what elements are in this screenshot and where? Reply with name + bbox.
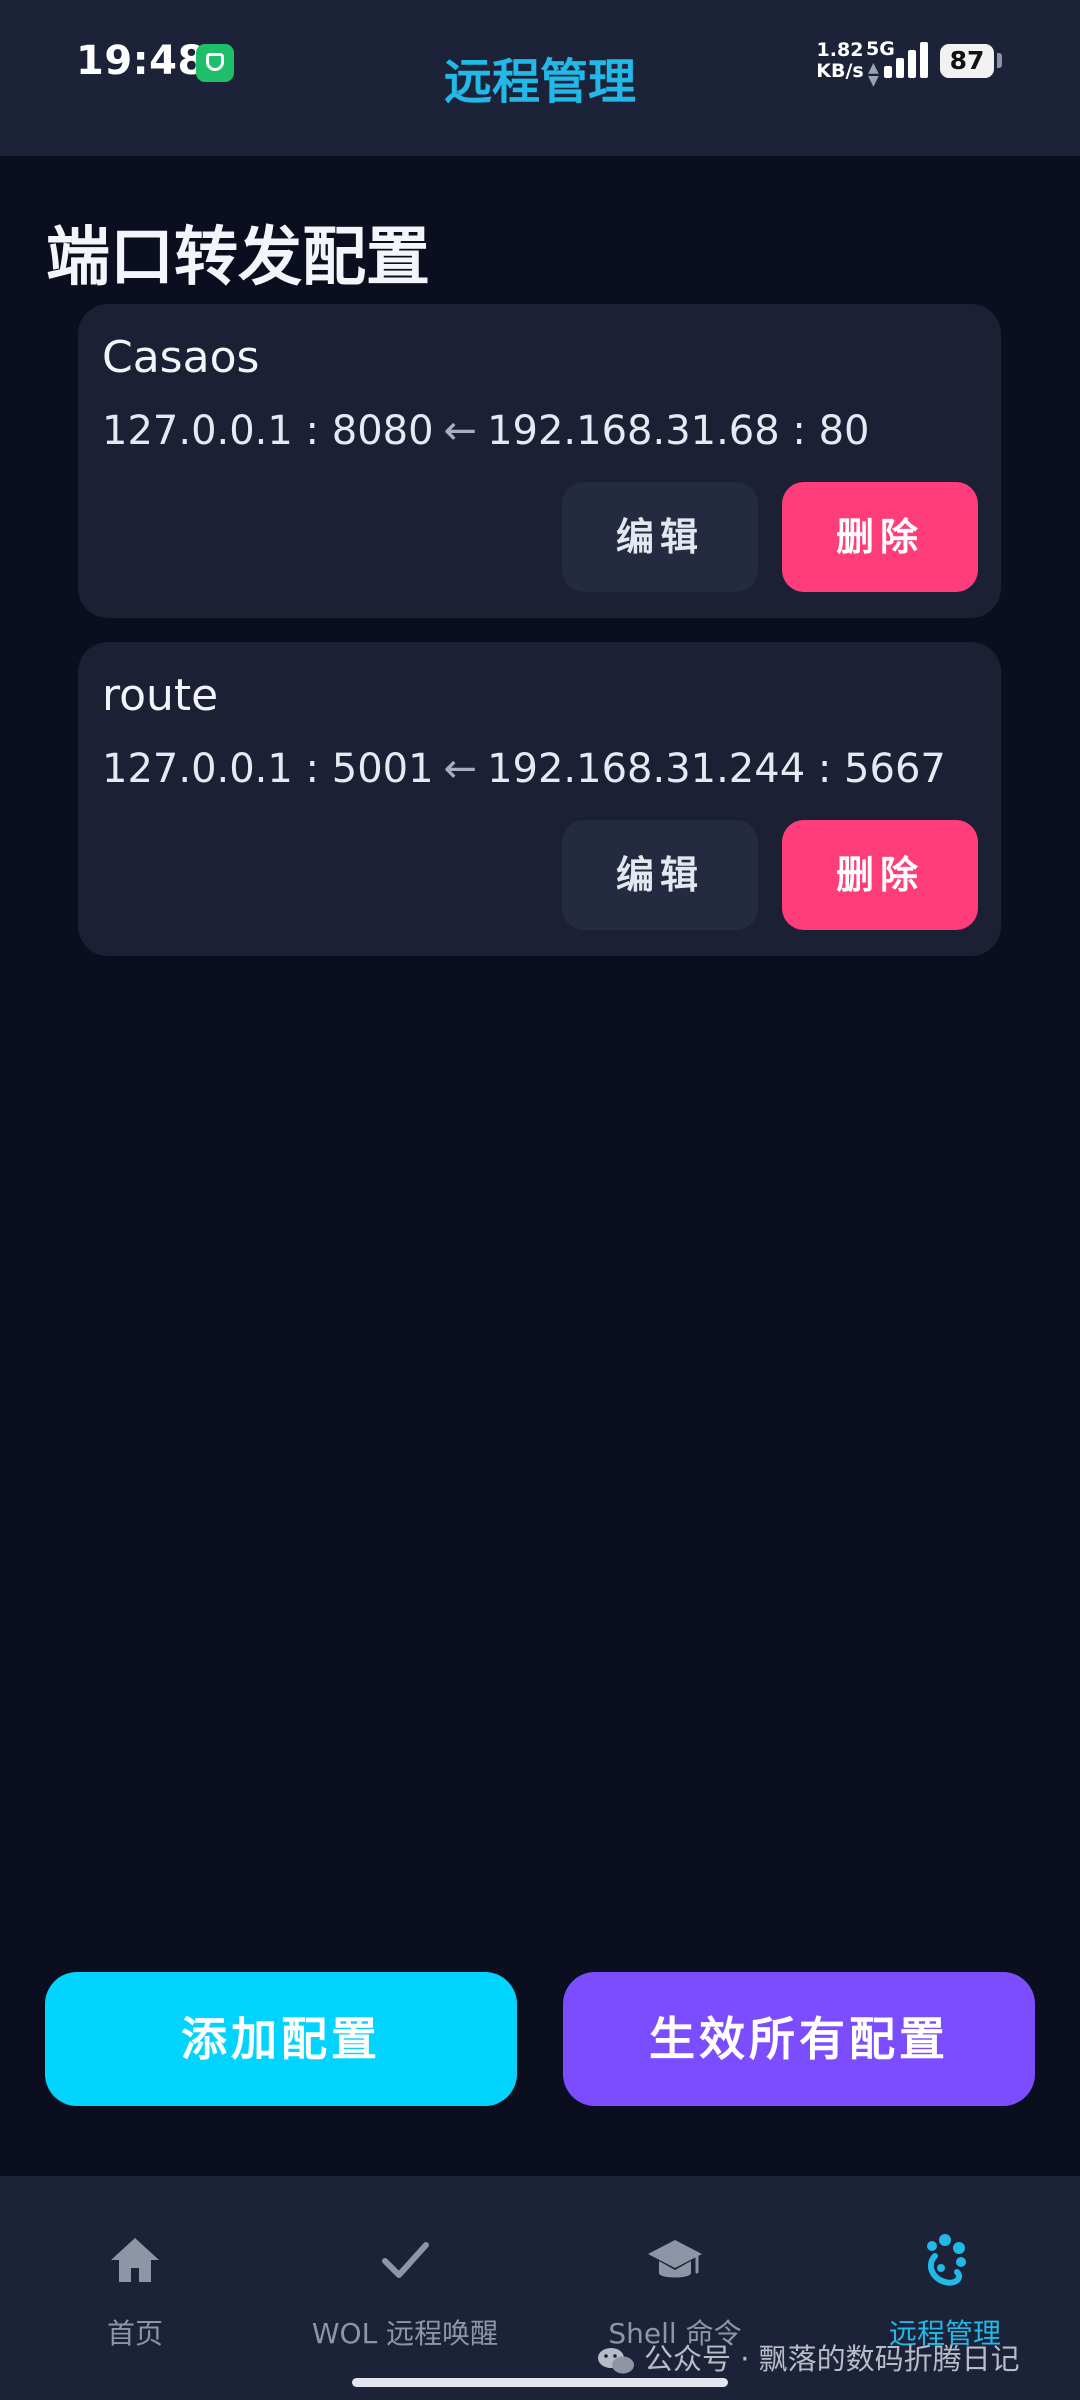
delete-button[interactable]: 删除 [782, 820, 978, 930]
wechat-icon [598, 2348, 634, 2374]
arrow-left-icon: ← [443, 746, 478, 792]
battery-icon: 87 [940, 44, 994, 78]
watermark: 公众号 · 飘落的数码折腾日记 [596, 2336, 1020, 2378]
watermark-text: 公众号 · 飘落的数码折腾日记 [644, 2342, 1020, 2376]
port-mapping: 127.0.0.1 : 8080 ← 192.168.31.68 : 80 [102, 408, 870, 454]
nav-label: 首页 [106, 2317, 163, 2350]
graduation-cap-icon [648, 2240, 702, 2278]
config-card-casaos: Casaos 127.0.0.1 : 8080 ← 192.168.31.68 : … [78, 304, 1001, 618]
check-icon [382, 2242, 429, 2278]
config-name: Casaos [102, 332, 260, 383]
nav-item-wol[interactable]: WOL 远程唤醒 [270, 2176, 540, 2400]
home-icon [111, 2238, 159, 2282]
top-app-bar: 19:48 远程管理 1.82 KB/s 5G ▲ ▼ 87 [0, 0, 1080, 156]
nav-item-home[interactable]: 首页 [0, 2176, 270, 2400]
remote-icon [927, 2234, 966, 2286]
remote-address: 192.168.31.244 : 5667 [487, 746, 946, 792]
config-card-route: route 127.0.0.1 : 5001 ← 192.168.31.244 : … [78, 642, 1001, 956]
local-address: 127.0.0.1 : 5001 [102, 746, 434, 792]
delete-button[interactable]: 删除 [782, 482, 978, 592]
add-config-button[interactable]: 添加配置 [45, 1972, 517, 2106]
nav-label: WOL 远程唤醒 [311, 2317, 499, 2350]
edit-button[interactable]: 编辑 [562, 482, 758, 592]
config-name: route [102, 670, 219, 721]
page-title: 端口转发配置 [46, 221, 430, 295]
battery-tip [997, 53, 1002, 68]
network-speed: 1.82 KB/s [816, 39, 864, 82]
apply-all-configs-button[interactable]: 生效所有配置 [563, 1972, 1035, 2106]
port-mapping: 127.0.0.1 : 5001 ← 192.168.31.244 : 5667 [102, 746, 946, 792]
local-address: 127.0.0.1 : 8080 [102, 408, 434, 454]
edit-button[interactable]: 编辑 [562, 820, 758, 930]
data-arrows-icon: ▲ ▼ [868, 60, 879, 89]
home-indicator[interactable] [352, 2378, 728, 2387]
arrow-left-icon: ← [443, 408, 478, 454]
remote-address: 192.168.31.68 : 80 [487, 408, 870, 454]
signal-icon [884, 42, 928, 78]
